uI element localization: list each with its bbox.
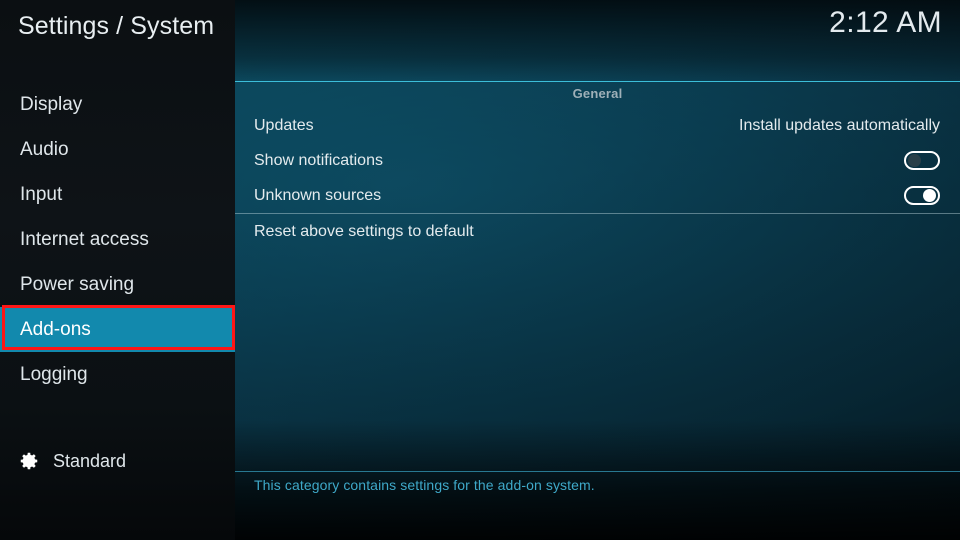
- gear-icon: [20, 452, 38, 470]
- kodi-settings-screen: General Updates Install updates automati…: [0, 0, 960, 540]
- settings-row-list: Updates Install updates automatically Sh…: [235, 108, 960, 213]
- reset-settings-label: Reset above settings to default: [254, 222, 474, 240]
- setting-label-show-notifications: Show notifications: [254, 151, 383, 169]
- sidebar-item-display[interactable]: Display: [0, 82, 235, 127]
- setting-row-updates[interactable]: Updates Install updates automatically: [235, 108, 960, 143]
- setting-label-unknown-sources: Unknown sources: [254, 186, 382, 204]
- toggle-show-notifications[interactable]: [904, 151, 940, 170]
- setting-value-updates: Install updates automatically: [739, 116, 940, 134]
- sidebar-item-audio[interactable]: Audio: [0, 127, 235, 172]
- sidebar-item-logging[interactable]: Logging: [0, 352, 235, 397]
- help-description: This category contains settings for the …: [254, 477, 595, 493]
- settings-level-label: Standard: [53, 450, 127, 471]
- reset-settings-row[interactable]: Reset above settings to default: [235, 214, 960, 249]
- setting-row-unknown-sources[interactable]: Unknown sources: [235, 178, 960, 213]
- sidebar-item-input[interactable]: Input: [0, 172, 235, 217]
- toggle-unknown-sources[interactable]: [904, 186, 940, 205]
- sidebar-item-label: Add-ons: [20, 318, 91, 340]
- sidebar-item-label: Audio: [20, 138, 69, 160]
- toggle-knob: [908, 154, 921, 167]
- setting-row-show-notifications[interactable]: Show notifications: [235, 143, 960, 178]
- sidebar-item-label: Logging: [20, 363, 88, 385]
- settings-level-switch[interactable]: Standard: [18, 450, 126, 472]
- sidebar-category-list: Display Audio Input Internet access Powe…: [0, 82, 235, 397]
- page-title: Settings / System: [18, 12, 215, 40]
- sidebar-item-label: Internet access: [20, 228, 149, 250]
- sidebar-item-label: Display: [20, 93, 83, 115]
- sidebar-item-internet-access[interactable]: Internet access: [0, 217, 235, 262]
- sidebar-item-add-ons[interactable]: Add-ons: [0, 307, 235, 352]
- toggle-knob: [923, 189, 936, 202]
- clock: 2:12 AM: [829, 6, 942, 39]
- sidebar-item-label: Input: [20, 183, 63, 205]
- settings-group-title: General: [572, 86, 623, 101]
- help-top-rule: [235, 471, 960, 472]
- sidebar-item-label: Power saving: [20, 273, 135, 295]
- setting-label-updates: Updates: [254, 116, 314, 134]
- sidebar-item-power-saving[interactable]: Power saving: [0, 262, 235, 307]
- screen-header: Settings / System 2:12 AM: [0, 0, 960, 82]
